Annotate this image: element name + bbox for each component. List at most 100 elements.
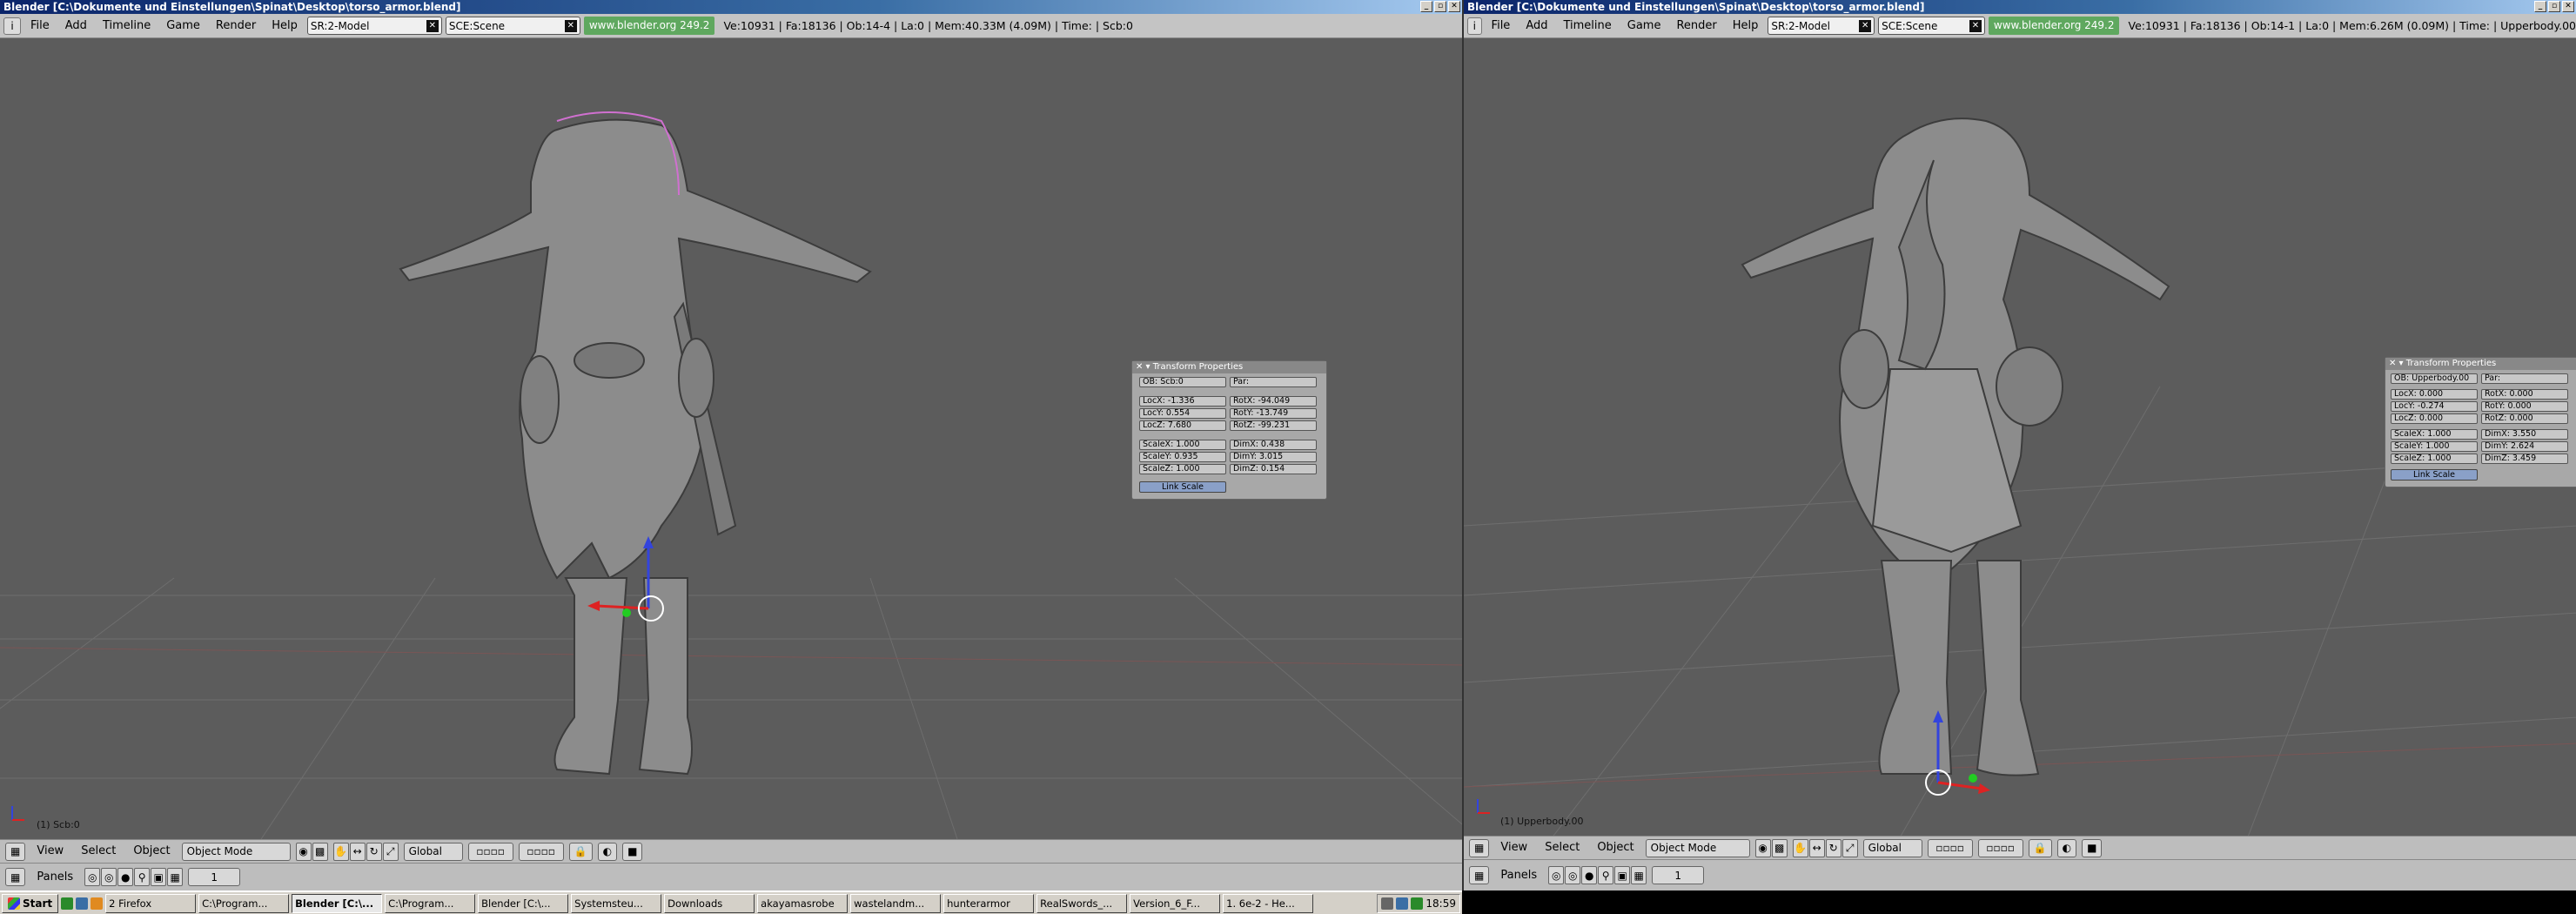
menu-help[interactable]: Help: [265, 16, 304, 37]
maximize-icon[interactable]: ▫: [1434, 1, 1446, 12]
3d-viewport[interactable]: (1) Scb:0 ✕ ▾ Transform Properties OB: S…: [0, 38, 1462, 839]
dimz-field[interactable]: DimZ: 3.459: [2481, 454, 2568, 464]
menu-file[interactable]: File: [24, 16, 56, 37]
menu-view[interactable]: View: [1494, 837, 1533, 858]
menu-game[interactable]: Game: [1621, 16, 1667, 37]
object-context-icon[interactable]: ⚲: [1598, 866, 1614, 884]
menu-view[interactable]: View: [30, 841, 70, 862]
scale-icon[interactable]: ⤢: [382, 842, 399, 861]
rotate-icon[interactable]: ↻: [1825, 838, 1841, 857]
scene-context-icon[interactable]: ▦: [1631, 866, 1647, 884]
screen-selector[interactable]: SR:2-Model ✕: [1768, 17, 1875, 35]
rotz-field[interactable]: RotZ: 0.000: [2481, 413, 2568, 424]
rotz-field[interactable]: RotZ: -99.231: [1230, 420, 1317, 431]
rotx-field[interactable]: RotX: -94.049: [1230, 396, 1317, 407]
render-icon[interactable]: ◐: [597, 842, 618, 861]
lock-icon[interactable]: 🔒: [568, 842, 593, 861]
mode-selector[interactable]: Object Mode: [181, 842, 291, 861]
draw-type-icon[interactable]: ◉: [1754, 838, 1771, 857]
close-icon[interactable]: ✕: [564, 19, 577, 32]
scaley-field[interactable]: ScaleY: 1.000: [2391, 441, 2478, 452]
info-menu-icon[interactable]: i: [3, 17, 21, 35]
parent-field[interactable]: Par:: [1230, 377, 1317, 387]
menu-help[interactable]: Help: [1727, 16, 1765, 37]
scalex-field[interactable]: ScaleX: 1.000: [2391, 429, 2478, 440]
editor-type-icon[interactable]: ▦: [5, 868, 26, 886]
locy-field[interactable]: LocY: 0.554: [1139, 408, 1226, 419]
menu-object[interactable]: Object: [127, 841, 176, 862]
taskbar-item[interactable]: 2 Firefox: [105, 893, 197, 913]
close-icon[interactable]: ✕: [1859, 19, 1872, 32]
scalex-field[interactable]: ScaleX: 1.000: [1139, 440, 1226, 450]
character-model[interactable]: [1741, 118, 2170, 776]
close-icon[interactable]: ✕: [426, 19, 439, 32]
locx-field[interactable]: LocX: -1.336: [1139, 396, 1226, 407]
menu-timeline[interactable]: Timeline: [1557, 16, 1617, 37]
orientation-selector[interactable]: Global: [1862, 838, 1922, 857]
shading-context-icon[interactable]: ●: [1581, 866, 1598, 884]
close-icon[interactable]: ✕: [1448, 1, 1460, 12]
rotx-field[interactable]: RotX: 0.000: [2481, 389, 2568, 400]
render-icon[interactable]: ◐: [2056, 838, 2077, 857]
taskbar-item-active[interactable]: Blender [C:\...: [292, 893, 383, 913]
dimx-field[interactable]: DimX: 0.438: [1230, 440, 1317, 450]
taskbar-item[interactable]: hunterarmor: [943, 893, 1035, 913]
screen-selector[interactable]: SR:2-Model ✕: [306, 17, 442, 35]
locx-field[interactable]: LocX: 0.000: [2391, 389, 2478, 400]
taskbar-item[interactable]: C:\Program...: [198, 893, 290, 913]
menu-render[interactable]: Render: [210, 16, 262, 37]
taskbar-item[interactable]: Downloads: [664, 893, 755, 913]
quicklaunch-icon[interactable]: [91, 897, 104, 910]
character-model[interactable]: [399, 118, 872, 776]
camera-icon[interactable]: ■: [2082, 838, 2103, 857]
script-icon[interactable]: ◎: [1565, 866, 1581, 884]
link-scale-button[interactable]: Link Scale: [1139, 481, 1226, 493]
layer-buttons-b[interactable]: ▫▫▫▫: [518, 842, 564, 861]
taskbar-item[interactable]: Blender [C:\...: [478, 893, 569, 913]
shading-context-icon[interactable]: ●: [117, 868, 134, 886]
tray-icon[interactable]: [1381, 897, 1394, 910]
close-icon[interactable]: ✕: [2562, 1, 2574, 12]
roty-field[interactable]: RotY: 0.000: [2481, 401, 2568, 412]
scalez-field[interactable]: ScaleZ: 1.000: [1139, 464, 1226, 474]
locy-field[interactable]: LocY: -0.274: [2391, 401, 2478, 412]
menu-panels[interactable]: Panels: [1494, 865, 1543, 886]
script-icon[interactable]: ◎: [101, 868, 117, 886]
dimx-field[interactable]: DimX: 3.550: [2481, 429, 2568, 440]
minimize-icon[interactable]: _: [1420, 1, 1432, 12]
quicklaunch-icon[interactable]: [76, 897, 89, 910]
locz-field[interactable]: LocZ: 0.000: [2391, 413, 2478, 424]
start-button[interactable]: Start: [2, 893, 59, 913]
locz-field[interactable]: LocZ: 7.680: [1139, 420, 1226, 431]
quicklaunch-icon[interactable]: [61, 897, 74, 910]
info-menu-icon[interactable]: i: [1467, 17, 1482, 35]
menu-select[interactable]: Select: [1539, 837, 1586, 858]
layer-buttons-a[interactable]: ▫▫▫▫: [1927, 838, 1973, 857]
parent-field[interactable]: Par:: [2481, 373, 2568, 384]
ob-name-field[interactable]: OB: Upperbody.00: [2391, 373, 2478, 384]
scale-icon[interactable]: ⤢: [1841, 838, 1858, 857]
dimy-field[interactable]: DimY: 3.015: [1230, 452, 1317, 462]
camera-icon[interactable]: ■: [622, 842, 643, 861]
frame-field[interactable]: 1: [1652, 866, 1705, 884]
taskbar-item[interactable]: C:\Program...: [385, 893, 476, 913]
edit-context-icon[interactable]: ▣: [1614, 866, 1631, 884]
taskbar-item[interactable]: Systemsteu...: [571, 893, 662, 913]
menu-render[interactable]: Render: [1670, 16, 1722, 37]
editor-type-icon[interactable]: ▦: [1469, 838, 1490, 857]
blender-version-link[interactable]: www.blender.org 249.2: [583, 17, 715, 35]
taskbar-item[interactable]: 1. 6e-2 - He...: [1223, 893, 1314, 913]
grab-icon[interactable]: ↔: [1808, 838, 1825, 857]
menu-object[interactable]: Object: [1591, 837, 1640, 858]
transform-properties-panel[interactable]: ✕ ▾ Transform Properties OB: Upperbody.0…: [2385, 357, 2576, 487]
menu-add[interactable]: Add: [1519, 16, 1553, 37]
menu-file[interactable]: File: [1486, 16, 1517, 37]
editor-type-icon[interactable]: ▦: [1469, 866, 1490, 884]
editor-type-icon[interactable]: ▦: [5, 842, 26, 861]
logic-icon[interactable]: ◎: [84, 868, 101, 886]
rotate-icon[interactable]: ↻: [366, 842, 382, 861]
taskbar-item[interactable]: akayamasrobe: [757, 893, 849, 913]
shading-icon[interactable]: ▩: [1771, 838, 1788, 857]
menu-game[interactable]: Game: [160, 16, 206, 37]
object-context-icon[interactable]: ⚲: [134, 868, 151, 886]
